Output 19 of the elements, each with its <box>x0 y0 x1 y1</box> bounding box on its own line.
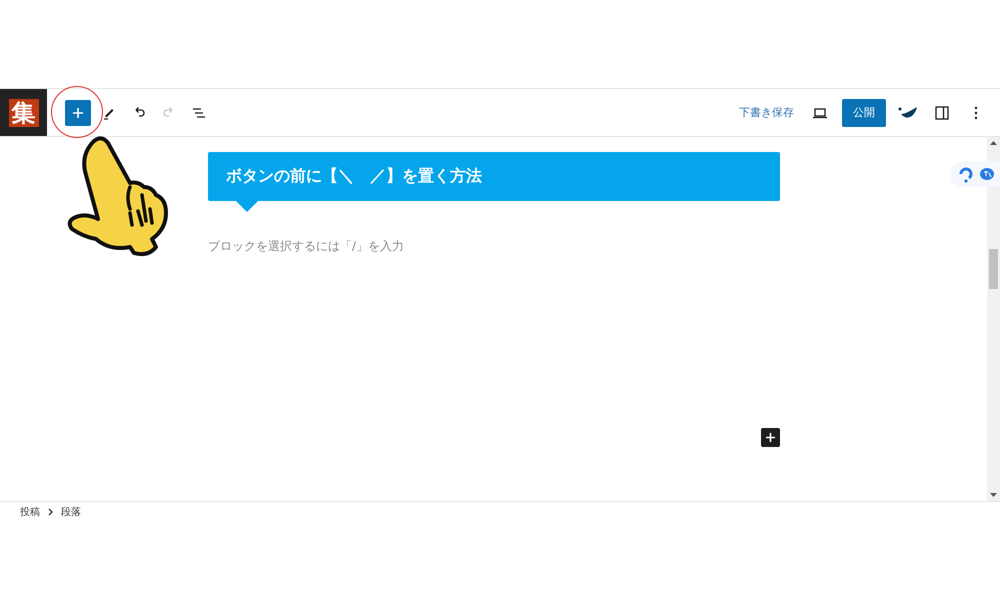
scrollbar[interactable] <box>987 137 1000 501</box>
translate-icon[interactable] <box>980 168 994 180</box>
plus-icon <box>72 106 84 118</box>
scroll-down-arrow-icon[interactable] <box>990 493 997 497</box>
block-inserter-button[interactable] <box>761 428 780 447</box>
breadcrumb-link[interactable]: 段落 <box>61 505 81 519</box>
callout-pointer <box>236 201 258 212</box>
add-block-button[interactable] <box>65 100 91 126</box>
scroll-up-arrow-icon[interactable] <box>990 141 997 145</box>
breadcrumb-link[interactable]: 投稿 <box>20 505 40 519</box>
chevron-right-icon <box>48 508 53 516</box>
heading-block[interactable]: ボタンの前に【＼ ／】を置く方法 <box>208 152 780 201</box>
plus-icon <box>765 432 776 443</box>
floating-widget[interactable] <box>950 161 1000 187</box>
site-logo[interactable]: 集 <box>0 89 47 136</box>
paragraph-input[interactable]: ブロックを選択するには「/」を入力 <box>208 239 780 253</box>
scrollbar-thumb[interactable] <box>989 249 998 289</box>
publish-button[interactable]: 公開 <box>842 98 886 126</box>
save-draft-button[interactable]: 下書き保存 <box>735 101 798 124</box>
